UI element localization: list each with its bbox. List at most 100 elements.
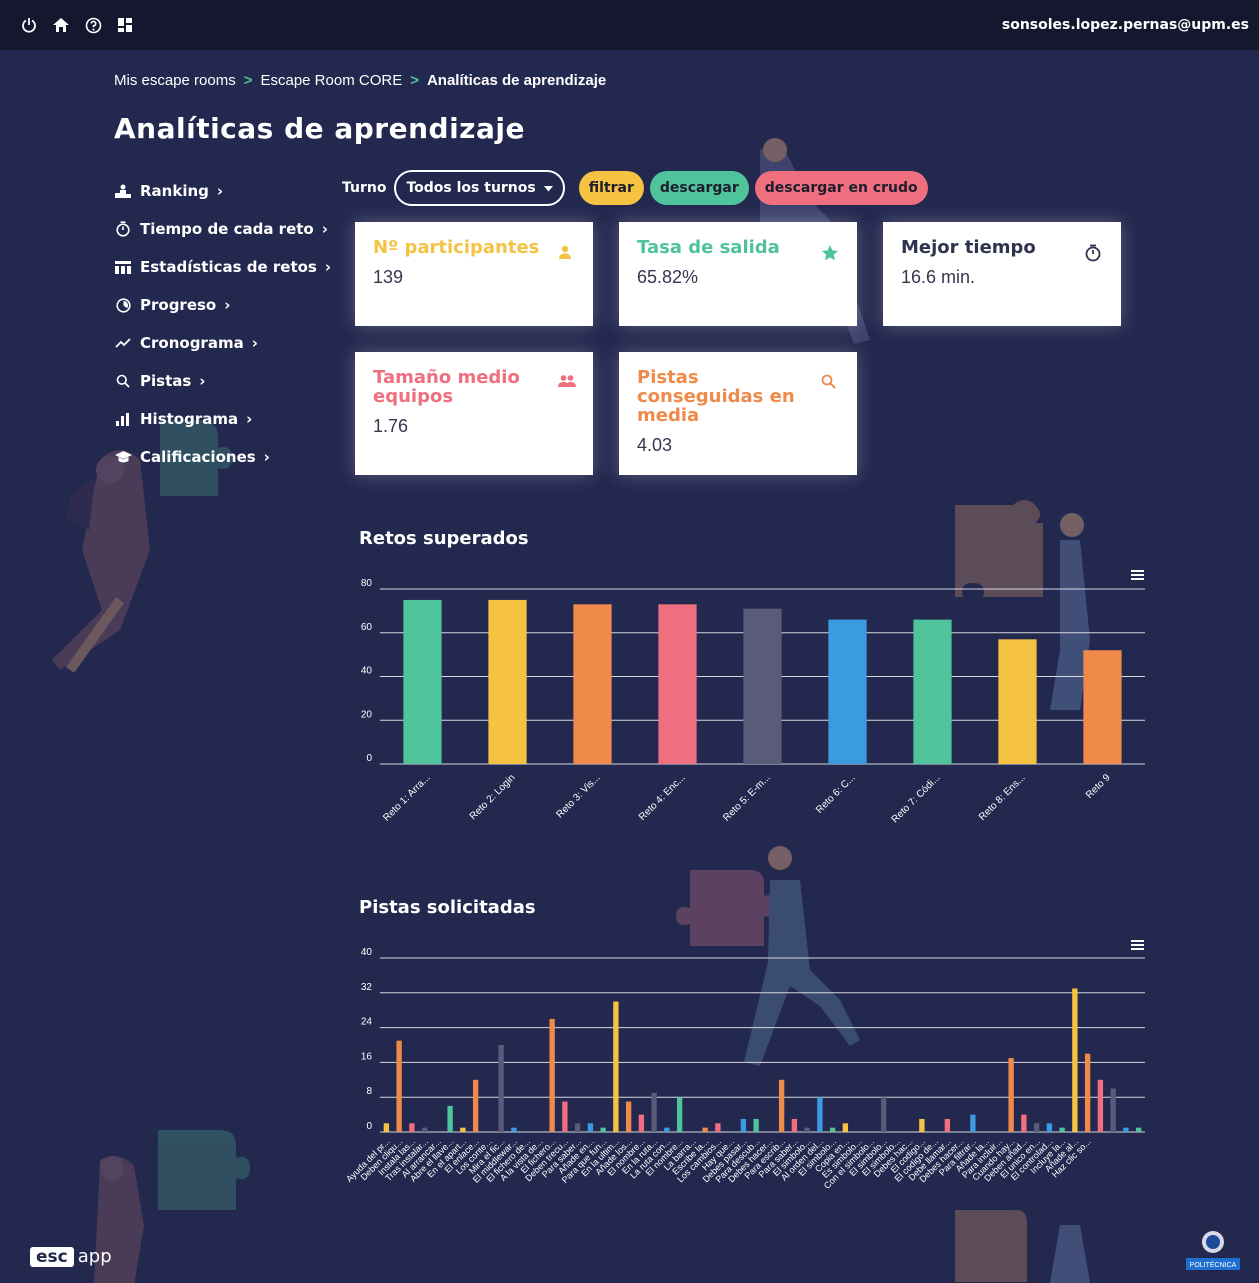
y-tick-label: 20 — [361, 709, 373, 720]
bar[interactable] — [1123, 1127, 1129, 1132]
bar[interactable] — [804, 1127, 810, 1132]
sidebar-item-progreso[interactable]: Progreso › — [114, 286, 331, 324]
stat-card-title: Tasa de salida — [637, 237, 780, 258]
bar[interactable] — [403, 599, 442, 764]
bar[interactable] — [817, 1097, 823, 1132]
bar[interactable] — [409, 1123, 415, 1132]
podium-icon — [114, 182, 132, 200]
breadcrumb-item-escape-room[interactable]: Escape Room CORE — [260, 72, 402, 89]
filtrar-button[interactable]: filtrar — [578, 171, 644, 205]
bar[interactable] — [791, 1118, 798, 1132]
breadcrumb: Mis escape rooms > Escape Room CORE > An… — [114, 72, 606, 89]
bar[interactable] — [702, 1127, 708, 1132]
sidebar-item-label: Histograma — [140, 410, 239, 428]
bar-chart-icon — [114, 410, 132, 428]
bar[interactable] — [600, 1127, 606, 1132]
bar[interactable] — [1059, 1127, 1065, 1132]
y-tick-label: 0 — [366, 1121, 372, 1132]
bar[interactable] — [919, 1118, 925, 1132]
bar[interactable] — [1072, 988, 1078, 1132]
sidebar-item-cronograma[interactable]: Cronograma › — [114, 324, 331, 362]
descargar-button[interactable]: descargar — [649, 171, 749, 205]
menu-icon[interactable] — [1131, 570, 1144, 580]
breadcrumb-item-escape-rooms[interactable]: Mis escape rooms — [114, 72, 236, 89]
sidebar-item-estadisticas[interactable]: Estadísticas de retos › — [114, 248, 331, 286]
bar[interactable] — [658, 604, 697, 764]
breadcrumb-item-current: Analíticas de aprendizaje — [426, 72, 607, 89]
bar[interactable] — [1046, 1123, 1053, 1132]
bar[interactable] — [651, 1092, 657, 1132]
bar[interactable] — [998, 639, 1037, 764]
filter-bar: Turno Todos los turnos filtrar descargar… — [342, 170, 928, 206]
bar[interactable] — [1097, 1079, 1104, 1132]
bar[interactable] — [753, 1118, 759, 1132]
sidebar-item-histograma[interactable]: Histograma › — [114, 400, 331, 438]
bar[interactable] — [1083, 650, 1122, 764]
bar[interactable] — [880, 1097, 887, 1132]
x-tick-label: Reto 9 — [1084, 772, 1113, 801]
bar[interactable] — [1110, 1088, 1116, 1133]
bar[interactable] — [1008, 1058, 1014, 1132]
bar[interactable] — [498, 1045, 504, 1132]
bar[interactable] — [460, 1127, 466, 1132]
bar[interactable] — [447, 1105, 453, 1132]
bar[interactable] — [676, 1097, 683, 1132]
bar[interactable] — [573, 604, 612, 764]
bar[interactable] — [828, 619, 867, 764]
bar[interactable] — [625, 1101, 632, 1132]
bar[interactable] — [970, 1114, 976, 1132]
bar[interactable] — [778, 1079, 785, 1132]
sidebar-item-calificaciones[interactable]: Calificaciones › — [114, 438, 331, 476]
bar[interactable] — [488, 599, 527, 764]
sidebar-item-label: Progreso — [140, 296, 217, 314]
chart-pistas-solicitadas: 0816243240Ayuda del pr...Deben cliqu...I… — [344, 940, 1145, 1191]
bar[interactable] — [421, 1127, 428, 1132]
bar[interactable] — [743, 608, 782, 764]
stat-card-tamano-equipos: Tamaño medio equipos 1.76 — [355, 352, 593, 475]
sidebar: Ranking › Tiempo de cada reto › Estadíst… — [114, 172, 331, 476]
sidebar-item-ranking[interactable]: Ranking › — [114, 172, 331, 210]
stat-card-title: Nº participantes — [373, 237, 540, 258]
stat-card-value: 16.6 min. — [901, 267, 976, 287]
bar[interactable] — [549, 1018, 555, 1132]
bar[interactable] — [472, 1079, 479, 1132]
bar[interactable] — [944, 1118, 951, 1132]
escapp-logo: esc app — [30, 1246, 112, 1267]
bar[interactable] — [613, 1001, 619, 1133]
turno-select[interactable]: Todos los turnos — [394, 170, 565, 206]
bar[interactable] — [740, 1118, 747, 1132]
y-tick-label: 8 — [366, 1086, 372, 1097]
stat-card-mejor-tiempo: Mejor tiempo 16.6 min. — [883, 222, 1121, 326]
bar[interactable] — [842, 1123, 849, 1132]
page-title: Analíticas de aprendizaje — [114, 112, 525, 145]
bar[interactable] — [383, 1123, 390, 1132]
bar[interactable] — [1135, 1127, 1142, 1132]
chevron-right-icon: › — [246, 410, 253, 428]
x-tick-label: Reto 6: C... — [814, 772, 858, 816]
bar[interactable] — [396, 1040, 402, 1132]
bar[interactable] — [587, 1123, 594, 1132]
bar[interactable] — [829, 1127, 836, 1132]
bar[interactable] — [715, 1123, 721, 1132]
bar[interactable] — [664, 1127, 670, 1132]
chevron-right-icon: › — [251, 334, 258, 352]
bar[interactable] — [1084, 1053, 1091, 1132]
bar[interactable] — [1021, 1114, 1027, 1132]
upm-logo: POLITÉCNICA — [1186, 1228, 1240, 1272]
bar[interactable] — [638, 1114, 645, 1132]
bar[interactable] — [1033, 1123, 1040, 1132]
trend-icon — [114, 334, 132, 352]
x-tick-label: Reto 5: E-m... — [721, 772, 772, 823]
y-tick-label: 0 — [366, 753, 372, 764]
search-icon — [821, 374, 839, 392]
bar[interactable] — [562, 1101, 568, 1132]
stopwatch-icon — [114, 220, 132, 238]
bar[interactable] — [574, 1123, 581, 1132]
bar[interactable] — [511, 1127, 517, 1132]
stat-card-title: Pistas conseguidas en media — [637, 367, 795, 426]
sidebar-item-pistas[interactable]: Pistas › — [114, 362, 331, 400]
menu-icon[interactable] — [1131, 940, 1144, 950]
bar[interactable] — [913, 619, 952, 764]
descargar-crudo-button[interactable]: descargar en crudo — [754, 171, 928, 205]
sidebar-item-tiempo[interactable]: Tiempo de cada reto › — [114, 210, 331, 248]
